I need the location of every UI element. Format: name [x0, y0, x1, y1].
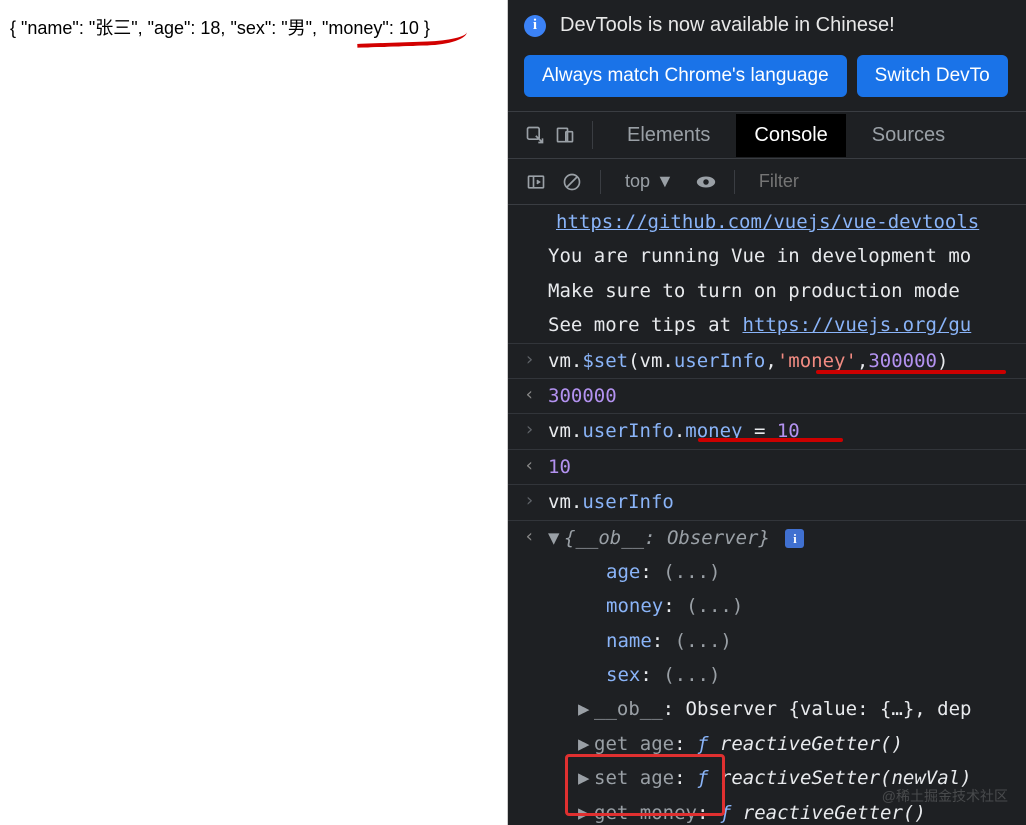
input-prompt-icon: ›	[524, 346, 535, 375]
info-banner: i DevTools is now available in Chinese!	[508, 0, 1026, 49]
tab-elements[interactable]: Elements	[609, 114, 728, 157]
output-prompt-icon: ‹	[524, 452, 535, 481]
inspect-icon[interactable]	[524, 124, 546, 146]
watermark: @稀土掘金技术社区	[882, 785, 1008, 807]
banner-buttons: Always match Chrome's language Switch De…	[508, 49, 1026, 111]
clear-console-icon[interactable]	[560, 170, 584, 194]
context-selector[interactable]: top ▼	[617, 167, 682, 196]
object-property[interactable]: money: (...)	[508, 589, 1026, 623]
devtools-panel: i DevTools is now available in Chinese! …	[508, 0, 1026, 825]
device-toggle-icon[interactable]	[554, 124, 576, 146]
vuejs-link[interactable]: https://vuejs.org/gu	[742, 314, 971, 336]
console-message: You are running Vue in development mo	[508, 239, 1026, 273]
input-prompt-icon: ›	[524, 487, 535, 516]
info-icon: i	[524, 15, 546, 37]
object-property[interactable]: ▶__ob__: Observer {value: {…}, dep	[508, 692, 1026, 726]
tab-divider	[592, 121, 593, 149]
input-prompt-icon: ›	[524, 416, 535, 445]
console-output: https://github.com/vuejs/vue-devtools Yo…	[508, 205, 1026, 825]
chevron-down-icon: ▼	[656, 171, 674, 192]
devtools-link[interactable]: https://github.com/vuejs/vue-devtools	[556, 211, 979, 233]
console-output-line: ‹ 10	[508, 449, 1026, 484]
devtools-tabs: Elements Console Sources	[508, 111, 1026, 159]
console-input[interactable]: › vm.userInfo.money = 10	[508, 413, 1026, 448]
toolbar-divider-2	[734, 170, 735, 194]
console-output-object[interactable]: ‹ ▼{__ob__: Observer} i	[508, 520, 1026, 555]
caret-right-icon[interactable]: ▶	[578, 694, 594, 724]
console-message: See more tips at https://vuejs.org/gu	[508, 308, 1026, 342]
output-prompt-icon: ‹	[524, 381, 535, 410]
switch-devtools-button[interactable]: Switch DevTo	[857, 55, 1008, 97]
console-input[interactable]: › vm.userInfo	[508, 484, 1026, 519]
info-banner-text: DevTools is now available in Chinese!	[560, 14, 895, 37]
object-property[interactable]: sex: (...)	[508, 658, 1026, 692]
sidebar-toggle-icon[interactable]	[524, 170, 548, 194]
object-property[interactable]: name: (...)	[508, 624, 1026, 658]
tab-sources[interactable]: Sources	[854, 114, 963, 157]
annotation-underline	[816, 370, 1006, 374]
toolbar-divider	[600, 170, 601, 194]
output-prompt-icon: ‹	[524, 523, 535, 552]
object-property[interactable]: age: (...)	[508, 555, 1026, 589]
filter-input[interactable]	[751, 167, 1010, 196]
tab-console[interactable]: Console	[736, 114, 845, 157]
context-label: top	[625, 171, 650, 192]
match-language-button[interactable]: Always match Chrome's language	[524, 55, 847, 97]
console-link-line: https://github.com/vuejs/vue-devtools	[508, 205, 1026, 239]
page-content: { "name": "张三", "age": 18, "sex": "男", "…	[0, 0, 508, 825]
console-toolbar: top ▼	[508, 159, 1026, 205]
live-expression-icon[interactable]	[694, 170, 718, 194]
annotation-box	[565, 754, 725, 816]
console-output-line: ‹ 300000	[508, 378, 1026, 413]
caret-down-icon[interactable]: ▼	[548, 523, 564, 553]
annotation-underline	[698, 438, 843, 442]
annotation-underline	[357, 32, 467, 48]
info-badge-icon[interactable]: i	[785, 529, 804, 548]
console-message: Make sure to turn on production mode	[508, 274, 1026, 308]
